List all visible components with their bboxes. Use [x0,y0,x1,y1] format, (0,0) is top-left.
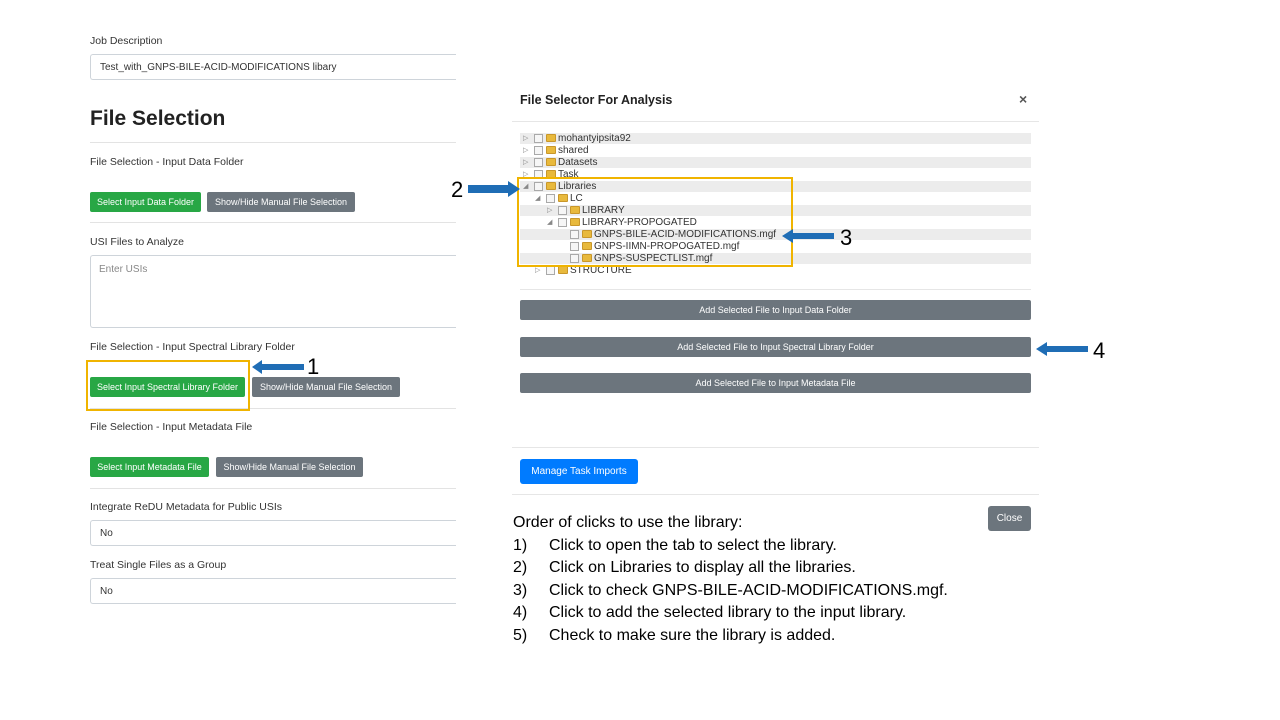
arrow-2-icon [468,181,520,197]
arrow-3-icon [782,229,834,243]
annotation-number-4: 4 [1093,338,1106,363]
annotation-number-3: 3 [840,225,853,250]
instruction-step: 2) Click on Libraries to display all the … [513,557,948,580]
annotation-number-2: 2 [451,177,464,202]
step-number: 3) [513,581,528,599]
step-number: 2) [513,559,528,576]
arrow-4-icon [1036,342,1088,356]
step-number: 5) [513,626,528,644]
step-text: Click to add the selected library to the… [549,604,907,621]
instruction-step: 5) Check to make sure the library is adde… [513,625,948,648]
instructions: Order of clicks to use the library: 1) Cl… [513,512,948,647]
annotation-number-1: 1 [307,354,320,379]
instructions-heading: Order of clicks to use the library: [513,514,743,531]
instruction-step: 4) Click to add the selected library to t… [513,602,948,625]
step-number: 1) [513,536,528,554]
arrow-1-icon [252,360,304,374]
step-text: Click to open the tab to select the libr… [549,536,837,554]
step-text: Check to make sure the library is added. [549,626,836,644]
step-text: Click on Libraries to display all the li… [549,559,856,576]
instruction-step: 1) Click to open the tab to select the li… [513,535,948,558]
instruction-step: 3) Click to check GNPS-BILE-ACID-MODIFICA… [513,580,948,603]
step-text: Click to check GNPS-BILE-ACID-MODIFICATI… [549,581,948,599]
step-number: 4) [513,604,528,621]
